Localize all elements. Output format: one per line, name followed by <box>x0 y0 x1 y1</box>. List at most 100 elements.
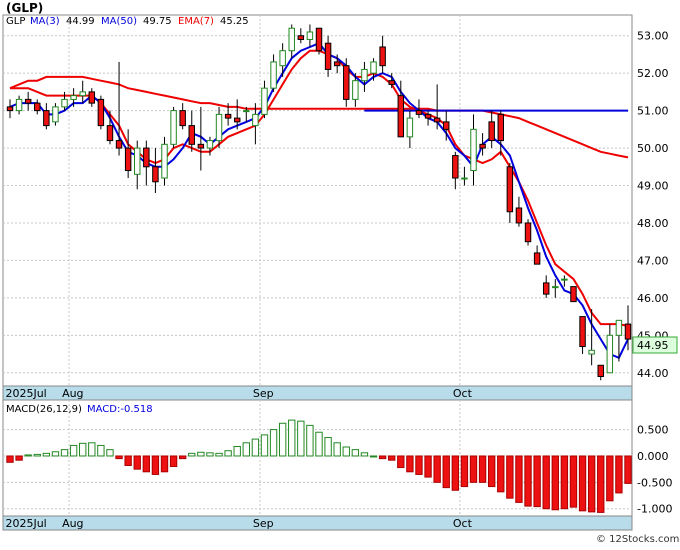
candle-up <box>461 177 468 180</box>
chart-title: (GLP) <box>6 1 43 15</box>
candle-up <box>170 110 177 145</box>
candle-up <box>52 106 59 123</box>
macd-bar <box>124 455 132 466</box>
candle-down <box>542 282 550 295</box>
macd-legend-value: MACD:-0.518 <box>87 404 153 415</box>
candle-up <box>306 31 314 40</box>
candle-down <box>343 65 350 100</box>
candle-up <box>261 87 268 115</box>
watermark: © 12Stocks.com <box>596 534 679 545</box>
macd-bar <box>24 454 32 457</box>
candle-down <box>43 110 50 127</box>
macd-month-label: 2025Jul <box>5 517 46 530</box>
macd-bar <box>33 453 41 457</box>
macd-bar <box>115 455 123 460</box>
macd-bar <box>369 455 378 458</box>
candle-down <box>115 140 123 149</box>
legend-ema7-label: EMA(7) <box>178 16 214 27</box>
candle-up <box>561 278 568 281</box>
candle-up <box>552 286 559 289</box>
macd-bar <box>260 434 269 457</box>
macd-bar <box>215 452 223 457</box>
macd-bar <box>15 455 23 461</box>
legend-ma50-label: MA(50) <box>101 16 137 27</box>
candle-down <box>106 125 114 142</box>
candle-down <box>124 147 132 172</box>
macd-bar <box>269 429 278 457</box>
candle-down <box>297 35 305 40</box>
macd-bar <box>333 442 341 457</box>
candle-up <box>61 98 68 108</box>
candle-up <box>252 113 259 127</box>
candle-up <box>361 68 368 82</box>
macd-bar <box>224 450 232 457</box>
candle-down <box>452 155 459 179</box>
candle-down <box>597 364 604 378</box>
macd-bar <box>578 455 587 512</box>
macd-bar <box>324 437 332 457</box>
macd-bar <box>551 455 559 511</box>
macd-bar <box>206 452 214 457</box>
macd-bar <box>106 449 114 457</box>
candle-up <box>352 80 359 100</box>
macd-tick-label: -0.500 <box>637 476 672 489</box>
macd-bar <box>451 455 460 491</box>
macd-bar <box>79 442 87 457</box>
candle-down <box>415 110 423 115</box>
macd-bar <box>460 455 469 488</box>
candle-down <box>97 98 105 127</box>
price-tick-label: 50.00 <box>637 142 669 155</box>
candle-down <box>433 117 441 123</box>
macd-bar <box>624 455 632 484</box>
macd-bar <box>533 455 541 508</box>
candle-up <box>588 349 595 355</box>
candle-up <box>134 147 141 175</box>
price-month-strip <box>2 385 633 401</box>
price-tick-label: 44.00 <box>637 367 669 380</box>
candle-up <box>70 95 77 100</box>
price-tick-label: 52.00 <box>637 67 669 80</box>
candle-down <box>570 286 577 303</box>
macd-bar <box>615 455 623 494</box>
price-tick-label: 46.00 <box>637 292 669 305</box>
macd-bar <box>487 455 496 488</box>
candle-down <box>488 121 495 142</box>
macd-bar <box>569 455 578 508</box>
price-tick-label: 47.00 <box>637 254 669 267</box>
macd-bar <box>169 455 178 468</box>
macd-bar <box>133 455 141 470</box>
macd-bar <box>442 455 450 489</box>
macd-bar <box>497 455 505 493</box>
macd-bar <box>415 455 423 475</box>
candle-up <box>161 143 168 179</box>
candle-up <box>406 117 414 138</box>
macd-bar <box>6 455 14 463</box>
price-month-label: Aug <box>62 387 83 400</box>
macd-bar <box>288 419 296 457</box>
macd-bar <box>315 431 323 457</box>
macd-bar <box>542 455 550 510</box>
candle-down <box>6 106 14 112</box>
price-tick-label: 53.00 <box>637 30 669 43</box>
macd-month-label: Sep <box>253 517 274 530</box>
macd-bar <box>388 455 396 461</box>
candle-down <box>524 222 532 243</box>
candle-down <box>188 125 195 145</box>
candle-down <box>624 323 632 340</box>
candle-down <box>497 113 504 142</box>
macd-bar <box>233 445 241 457</box>
candle-down <box>533 252 541 265</box>
candle-down <box>515 207 523 224</box>
macd-bar <box>97 444 105 457</box>
legend-ticker: GLP <box>6 16 25 27</box>
price-tick-label: 48.00 <box>637 217 669 230</box>
candle-down <box>233 117 241 123</box>
macd-bar <box>178 455 187 460</box>
macd-bar <box>151 455 160 475</box>
macd-bar <box>397 455 405 469</box>
price-tick-label: 49.00 <box>637 180 669 193</box>
macd-month-label: Oct <box>453 517 473 530</box>
macd-month-label: Aug <box>62 517 83 530</box>
candle-up <box>288 27 295 52</box>
candle-up <box>470 128 477 172</box>
